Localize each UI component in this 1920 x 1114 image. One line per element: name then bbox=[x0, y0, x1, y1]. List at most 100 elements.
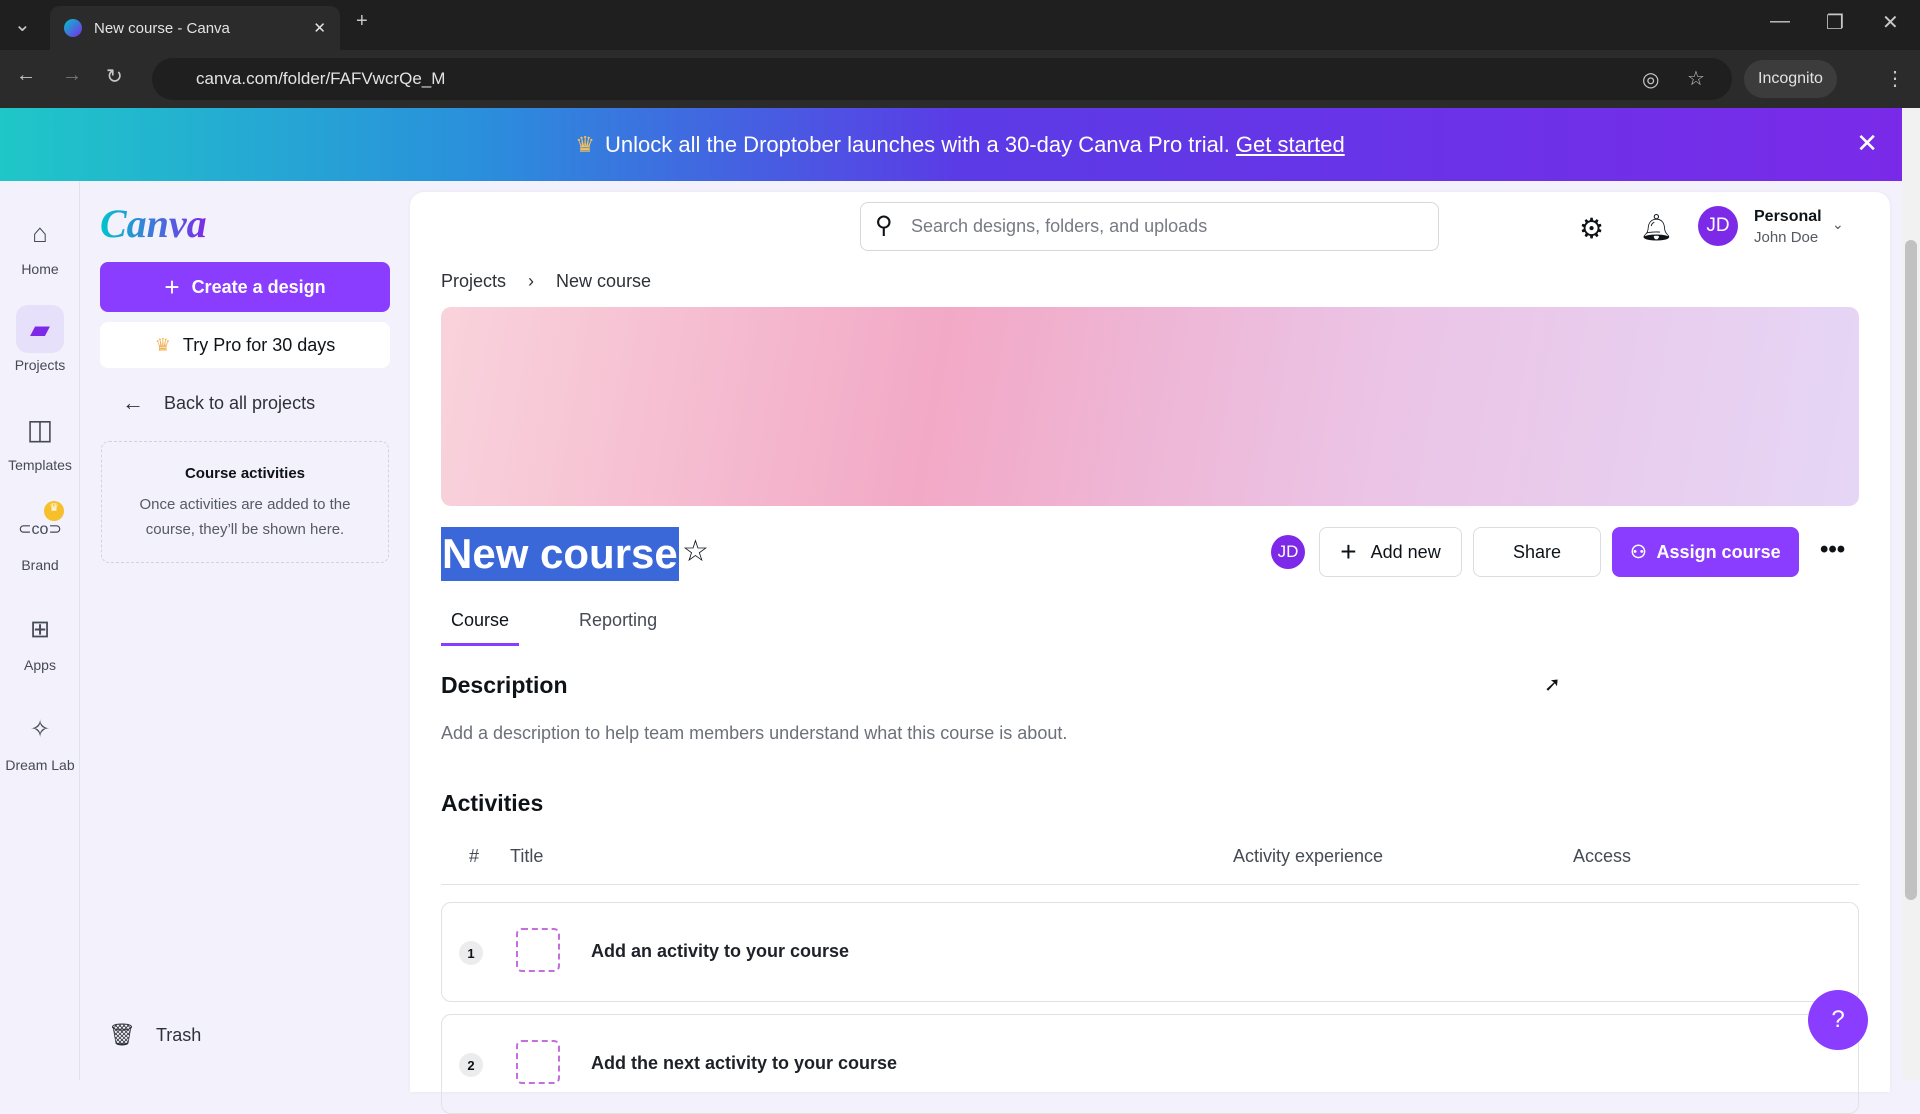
activities-heading-text: Activities bbox=[441, 790, 544, 816]
rail-label: Home bbox=[21, 261, 59, 277]
assign-users-icon: ⚇ bbox=[1630, 541, 1647, 562]
share-button[interactable]: Share bbox=[1473, 527, 1601, 577]
promo-banner: ♛ Unlock all the Droptober launches with… bbox=[0, 108, 1920, 181]
back-icon[interactable]: ← bbox=[16, 64, 36, 87]
canva-favicon-icon bbox=[64, 19, 82, 37]
home-icon: ⌂ bbox=[32, 217, 48, 248]
settings-gear-icon[interactable]: ⚙ bbox=[1579, 212, 1604, 245]
rail-label: Brand bbox=[21, 557, 59, 573]
row-number: 1 bbox=[459, 941, 483, 965]
brand-icon: ⊂co⊃ ♛ bbox=[16, 501, 64, 553]
incognito-badge[interactable]: Incognito bbox=[1744, 60, 1837, 98]
arrow-left-icon: ← bbox=[122, 390, 144, 415]
add-new-label: Add new bbox=[1370, 541, 1441, 562]
add-activity-placeholder-icon bbox=[516, 928, 560, 972]
rail-label: Projects bbox=[14, 357, 66, 373]
description-heading: Description bbox=[441, 672, 568, 699]
rail-label: Apps bbox=[24, 657, 56, 673]
restore-icon[interactable]: ❐ bbox=[1826, 10, 1844, 35]
folder-icon: ▰ bbox=[16, 305, 64, 353]
trash-label: Trash bbox=[155, 1024, 202, 1045]
mouse-cursor-icon: ➚ bbox=[1544, 674, 1561, 696]
breadcrumb-projects[interactable]: Projects bbox=[441, 271, 506, 292]
close-tab-icon[interactable]: ✕ bbox=[313, 19, 326, 37]
dream-lab-icon: ✧ bbox=[29, 715, 51, 743]
account-switcher[interactable]: Personal John Doe bbox=[1754, 208, 1822, 246]
rail-item-projects[interactable]: ▰ Projects bbox=[0, 305, 80, 373]
chevron-right-icon: › bbox=[528, 271, 535, 291]
try-pro-button[interactable]: ♛ Try Pro for 30 days bbox=[100, 322, 390, 368]
breadcrumb-current: New course bbox=[556, 271, 652, 291]
templates-icon: ◫ bbox=[26, 413, 54, 445]
rail-item-home[interactable]: ⌂ Home bbox=[0, 209, 80, 278]
browser-tab[interactable]: New course - Canva ✕ bbox=[50, 6, 340, 50]
rail-item-brand[interactable]: ⊂co⊃ ♛ Brand bbox=[0, 501, 80, 573]
activities-heading: Activities bbox=[441, 790, 543, 817]
rail-item-templates[interactable]: ◫ Templates bbox=[0, 405, 80, 474]
crown-icon: ♛ bbox=[154, 334, 171, 355]
back-to-projects-link[interactable]: ← Back to all projects bbox=[122, 390, 315, 416]
left-rail: ⌂ Home ▰ Projects ◫ Templates ⊂co⊃ ♛ Brand ⊞ A… bbox=[0, 181, 80, 1080]
close-window-icon[interactable]: ✕ bbox=[1882, 10, 1899, 35]
column-activity-experience: Activity experience bbox=[1233, 846, 1384, 866]
tab-search-icon[interactable]: ⌄ bbox=[14, 12, 31, 37]
crown-badge-icon: ♛ bbox=[44, 501, 64, 521]
table-row[interactable]: 2 Add the next activity to your course bbox=[441, 1014, 1859, 1114]
browser-menu-icon[interactable]: ⋮ bbox=[1885, 66, 1905, 91]
plus-icon: + bbox=[164, 271, 180, 302]
side-panel bbox=[80, 181, 410, 1080]
add-new-button[interactable]: + Add new bbox=[1319, 527, 1462, 577]
search-input[interactable]: ⚲ Search designs, folders, and uploads bbox=[860, 202, 1439, 251]
close-banner-icon[interactable]: ✕ bbox=[1856, 128, 1878, 159]
assign-course-button[interactable]: ⚇ Assign course bbox=[1612, 527, 1799, 577]
user-name: John Doe bbox=[1754, 229, 1819, 246]
rail-item-apps[interactable]: ⊞ Apps bbox=[0, 605, 80, 674]
notifications-bell-icon[interactable]: 🔔︎ bbox=[1640, 212, 1673, 243]
scrollbar-thumb[interactable] bbox=[1905, 240, 1917, 900]
add-activity-placeholder-icon bbox=[516, 1040, 560, 1084]
rail-item-dream-lab[interactable]: ✧ Dream Lab bbox=[0, 705, 80, 774]
course-activities-text: Once activities are added to the course,… bbox=[139, 496, 351, 538]
bookmark-star-icon[interactable]: ☆ bbox=[1687, 66, 1705, 91]
tab-course[interactable]: Course bbox=[441, 610, 520, 646]
help-button[interactable]: ? bbox=[1808, 990, 1868, 1050]
get-started-link[interactable]: Get started bbox=[1236, 132, 1345, 158]
collaborator-avatar[interactable]: JD bbox=[1271, 535, 1305, 569]
eye-off-icon[interactable]: ◎ bbox=[1642, 67, 1659, 92]
table-row[interactable]: 1 Add an activity to your course bbox=[441, 902, 1859, 1002]
url-field[interactable]: canva.com/folder/FAFVwcrQe_M ◎ ☆ bbox=[152, 58, 1732, 100]
row-title: Add the next activity to your course bbox=[591, 1053, 898, 1073]
new-tab-icon[interactable]: + bbox=[356, 10, 368, 33]
row-number: 2 bbox=[459, 1053, 483, 1077]
column-number: # bbox=[469, 846, 480, 866]
forward-icon[interactable]: → bbox=[62, 64, 82, 87]
back-label: Back to all projects bbox=[164, 392, 316, 413]
course-activities-box: Course activities Once activities are add… bbox=[101, 441, 389, 563]
course-activities-title: Course activities bbox=[184, 465, 306, 482]
trash-link[interactable]: 🗑 Trash bbox=[108, 1022, 201, 1048]
create-design-button[interactable]: + Create a design bbox=[100, 262, 390, 312]
avatar[interactable]: JD bbox=[1698, 206, 1738, 246]
description-field[interactable]: Add a description to help team members u… bbox=[441, 723, 1067, 744]
minimize-icon[interactable]: — bbox=[1770, 10, 1790, 33]
create-label: Create a design bbox=[191, 276, 326, 297]
course-title[interactable]: New course bbox=[441, 527, 679, 581]
canva-logo[interactable]: Canva bbox=[100, 200, 207, 247]
more-options-icon[interactable]: ••• bbox=[1820, 536, 1845, 564]
chevron-down-icon[interactable]: ⌄ bbox=[1832, 216, 1844, 233]
description-heading-text: Description bbox=[441, 672, 568, 698]
browser-tab-bar: ⌄ New course - Canva ✕ + — ❐ ✕ bbox=[0, 0, 1920, 50]
tab-reporting[interactable]: Reporting bbox=[579, 610, 657, 646]
rail-label: Dream Lab bbox=[5, 757, 75, 773]
column-access: Access bbox=[1573, 846, 1632, 866]
reload-icon[interactable]: ↻ bbox=[106, 64, 123, 89]
row-title: Add an activity to your course bbox=[591, 941, 850, 961]
apps-icon: ⊞ bbox=[29, 615, 51, 643]
star-icon[interactable]: ☆ bbox=[682, 534, 709, 569]
course-cover-image[interactable] bbox=[441, 307, 1859, 506]
pro-label: Try Pro for 30 days bbox=[182, 334, 336, 355]
divider bbox=[441, 884, 1859, 885]
search-placeholder: Search designs, folders, and uploads bbox=[911, 216, 1208, 236]
trash-icon: 🗑 bbox=[108, 1022, 136, 1047]
account-type: Personal bbox=[1754, 208, 1822, 225]
